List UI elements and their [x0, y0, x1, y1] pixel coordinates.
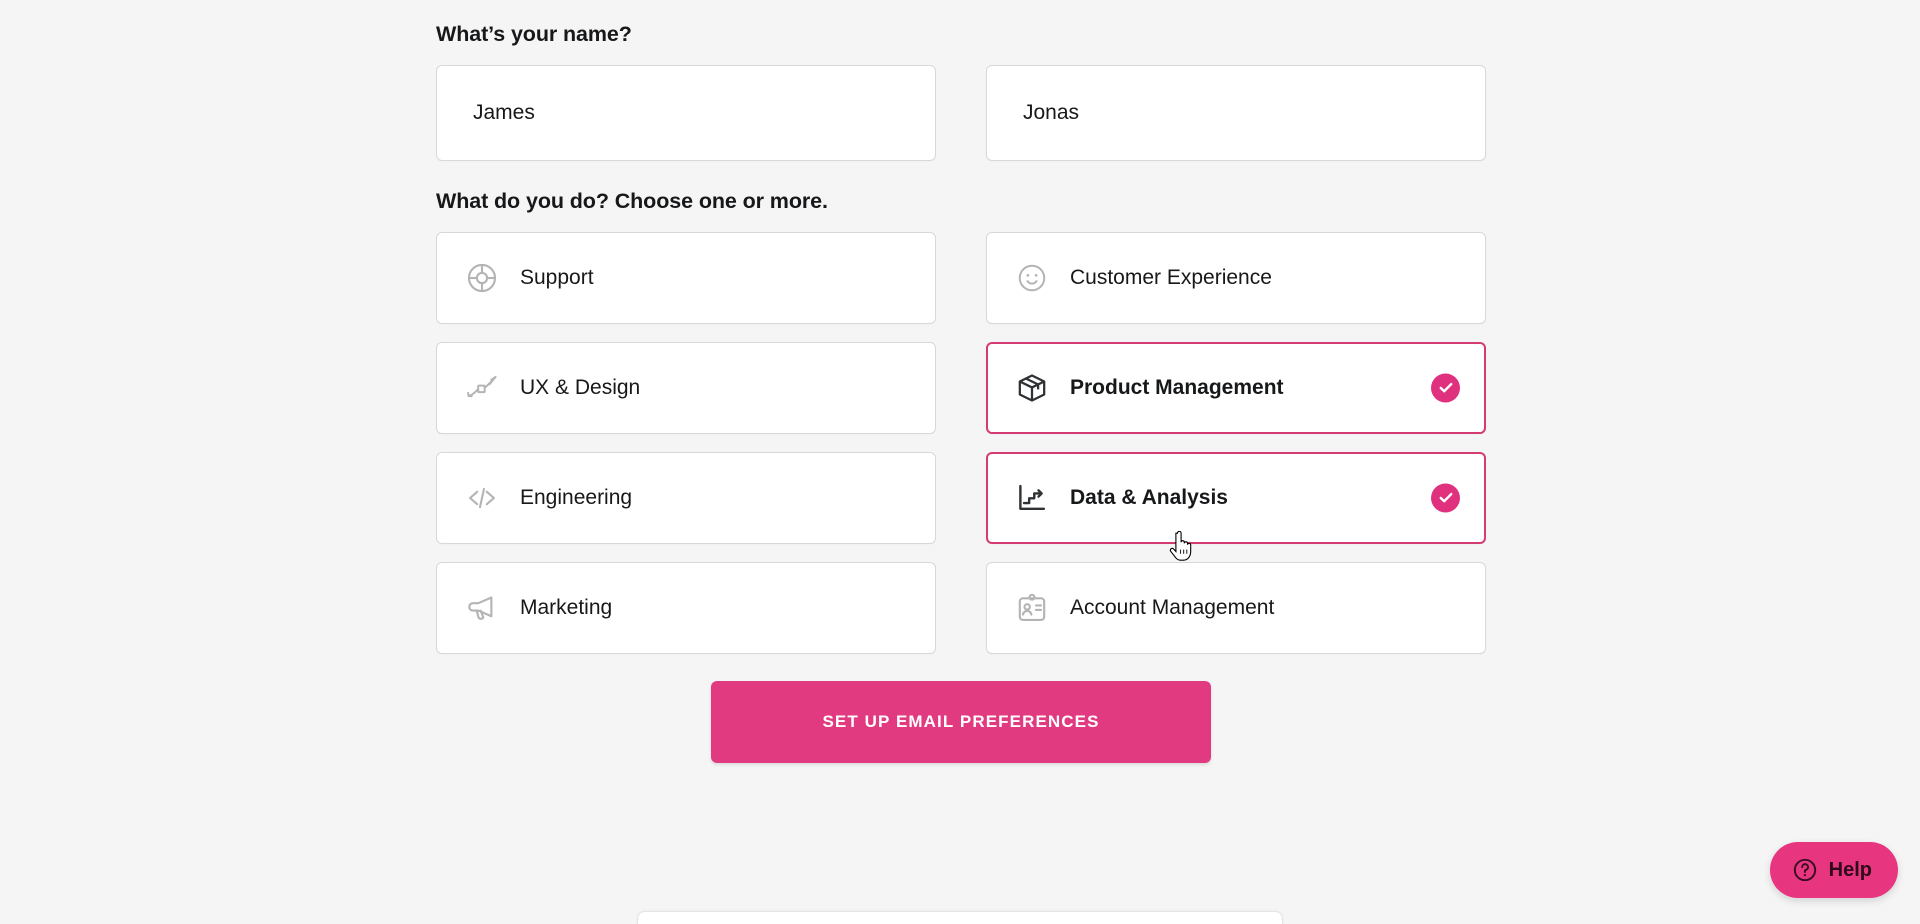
- code-brackets-icon: [463, 479, 501, 517]
- bezier-curve-icon: [463, 369, 501, 407]
- option-label: Marketing: [520, 596, 613, 620]
- option-ux-design[interactable]: UX & Design: [436, 341, 936, 434]
- id-badge-icon: [1013, 589, 1051, 627]
- bottom-sheet-edge: [637, 911, 1283, 924]
- option-label: UX & Design: [520, 376, 641, 400]
- help-widget-label: Help: [1828, 859, 1872, 881]
- line-chart-icon: [1013, 479, 1051, 517]
- name-section-label: What’s your name?: [436, 22, 632, 46]
- name-fields-row: James Jonas: [436, 64, 1486, 161]
- onboarding-page: What’s your name? James Jonas What do yo…: [0, 0, 1920, 924]
- option-data-analysis[interactable]: Data & Analysis: [986, 451, 1486, 544]
- last-name-field[interactable]: Jonas: [986, 64, 1486, 161]
- option-label: Support: [520, 266, 594, 290]
- set-up-email-preferences-button[interactable]: SET UP EMAIL PREFERENCES: [711, 680, 1211, 763]
- package-box-icon: [1013, 369, 1051, 407]
- role-section-label: What do you do? Choose one or more.: [436, 188, 828, 213]
- first-name-field[interactable]: James: [436, 64, 936, 161]
- option-marketing[interactable]: Marketing: [436, 561, 936, 654]
- megaphone-icon: [463, 589, 501, 627]
- last-name-value: Jonas: [1023, 101, 1080, 125]
- option-label: Engineering: [520, 486, 633, 510]
- check-circle-icon: [1431, 483, 1460, 513]
- option-label: Customer Experience: [1070, 266, 1272, 290]
- first-name-value: James: [473, 101, 535, 125]
- option-account-management[interactable]: Account Management: [986, 561, 1486, 654]
- check-circle-icon: [1431, 373, 1460, 403]
- option-support[interactable]: Support: [436, 231, 936, 324]
- question-circle-icon: [1792, 857, 1818, 883]
- option-product-management[interactable]: Product Management: [986, 341, 1486, 434]
- cta-row: SET UP EMAIL PREFERENCES: [436, 680, 1486, 763]
- smiley-face-icon: [1013, 259, 1051, 297]
- option-customer-experience[interactable]: Customer Experience: [986, 231, 1486, 324]
- option-label: Product Management: [1070, 376, 1284, 400]
- lifebuoy-icon: [463, 259, 501, 297]
- role-options-grid: Support Customer Experience UX & Design …: [436, 231, 1486, 654]
- option-label: Data & Analysis: [1070, 486, 1228, 510]
- onboarding-form: What’s your name? James Jonas What do yo…: [436, 22, 1486, 763]
- option-label: Account Management: [1070, 596, 1275, 620]
- help-widget-button[interactable]: Help: [1769, 842, 1898, 898]
- option-engineering[interactable]: Engineering: [436, 451, 936, 544]
